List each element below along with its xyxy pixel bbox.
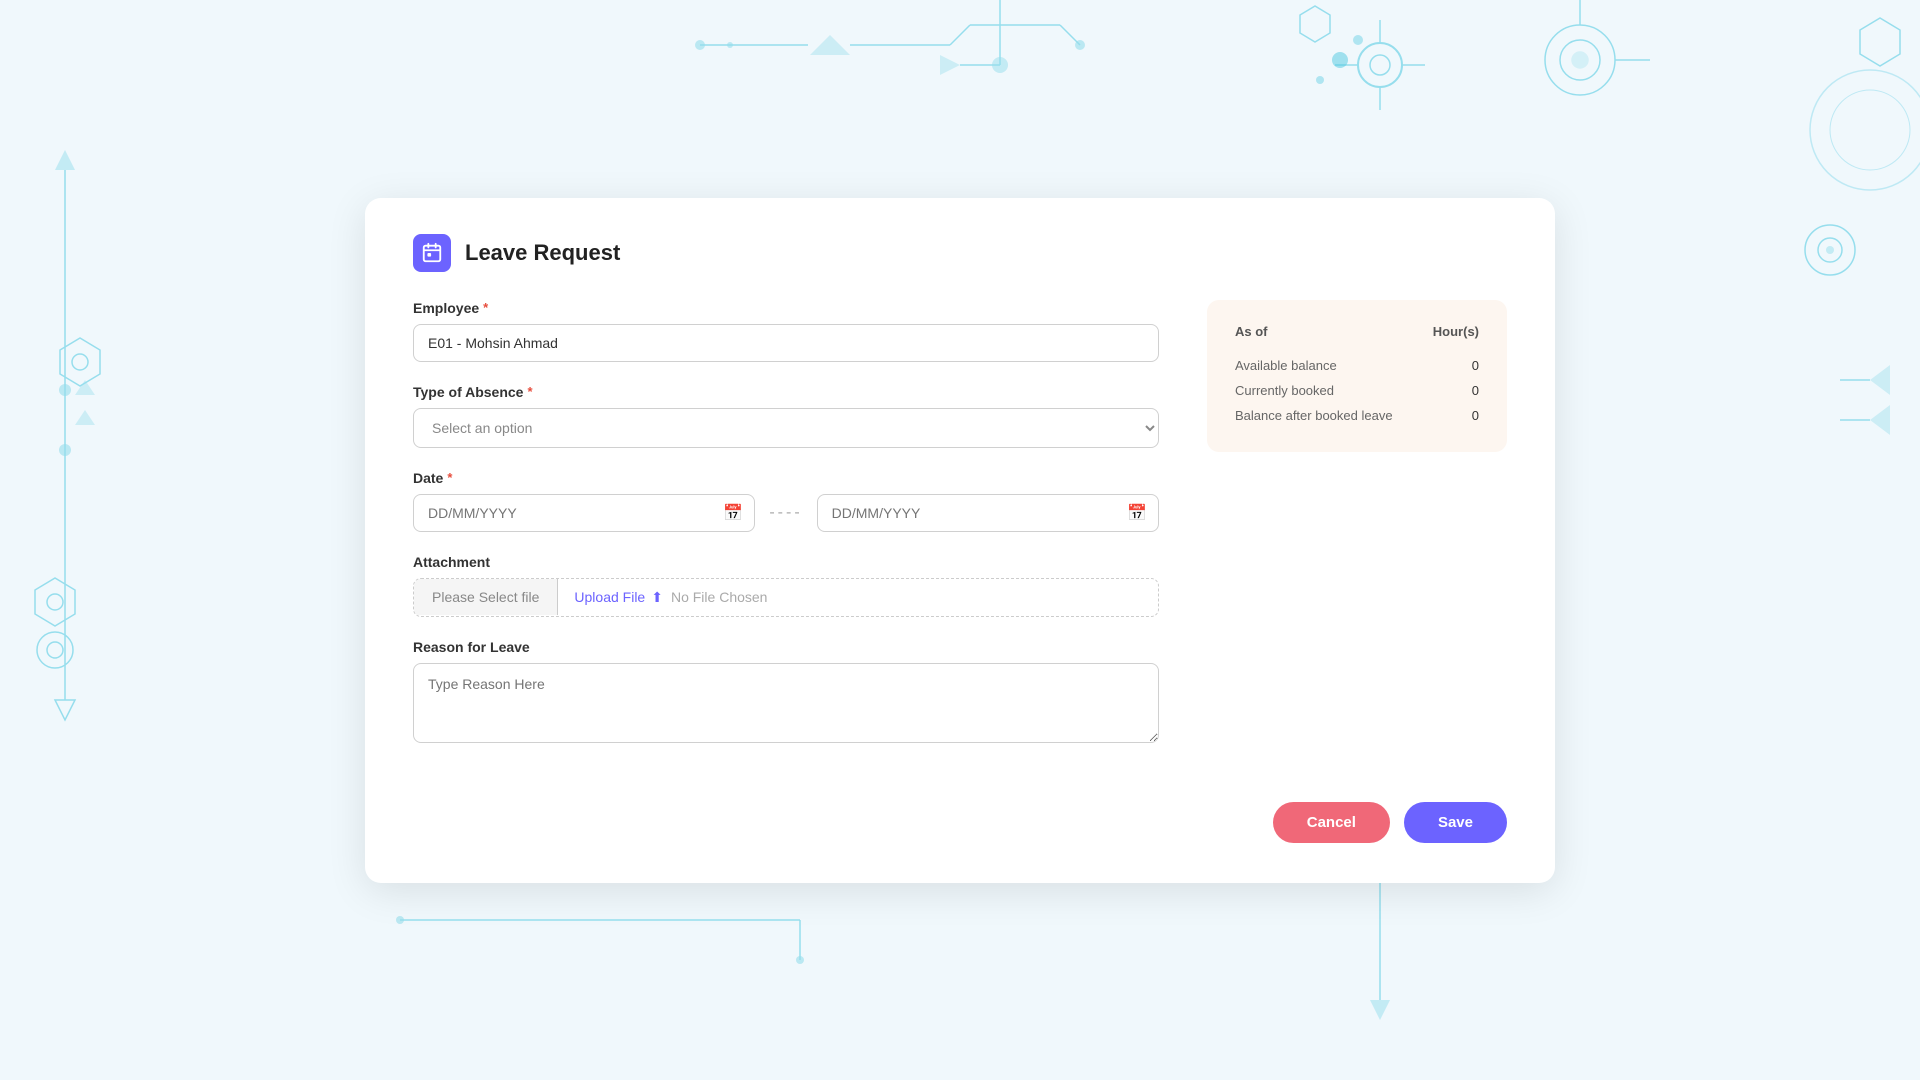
absence-field-group: Type of Absence * Select an option Annua… [413, 384, 1159, 448]
reason-label: Reason for Leave [413, 639, 1159, 655]
attachment-label: Attachment [413, 554, 1159, 570]
no-file-text: No File Chosen [671, 589, 768, 605]
date-required: * [447, 470, 452, 485]
employee-required: * [483, 300, 488, 315]
employee-field-group: Employee * [413, 300, 1159, 362]
save-button[interactable]: Save [1404, 802, 1507, 843]
modal-title: Leave Request [465, 240, 620, 266]
leave-icon [413, 234, 451, 272]
absence-label: Type of Absence * [413, 384, 1159, 400]
attachment-select-button[interactable]: Please Select file [414, 579, 558, 615]
balance-table: As of Hour(s) Available balance 0 Curren… [1235, 324, 1479, 428]
hours-label: Hour(s) [1433, 324, 1479, 339]
reason-textarea[interactable] [413, 663, 1159, 743]
absence-required: * [527, 384, 532, 399]
attachment-field-group: Attachment Please Select file Upload Fil… [413, 554, 1159, 617]
modal-wrapper: Leave Request Employee * Type of Absence [0, 0, 1920, 1080]
upload-file-label[interactable]: Upload File ⬆ [574, 589, 663, 606]
balance-row-after: Balance after booked leave 0 [1235, 403, 1479, 428]
form-left: Employee * Type of Absence * Select an o… [413, 300, 1159, 770]
date-from-input[interactable] [413, 494, 755, 532]
modal-header: Leave Request [413, 234, 1507, 272]
attachment-row: Please Select file Upload File ⬆ No File… [413, 578, 1159, 617]
date-separator: ---- [769, 504, 802, 522]
date-label: Date * [413, 470, 1159, 486]
reason-field-group: Reason for Leave [413, 639, 1159, 748]
date-to-wrap: 📅 [817, 494, 1159, 532]
cancel-button[interactable]: Cancel [1273, 802, 1390, 843]
employee-input[interactable] [413, 324, 1159, 362]
modal-footer: Cancel Save [413, 802, 1507, 843]
as-of-label: As of [1235, 324, 1268, 339]
form-body: Employee * Type of Absence * Select an o… [413, 300, 1507, 770]
balance-row-booked: Currently booked 0 [1235, 378, 1479, 403]
date-row: 📅 ---- 📅 [413, 494, 1159, 532]
attachment-upload-area: Upload File ⬆ No File Chosen [558, 579, 1158, 616]
upload-icon: ⬆ [651, 589, 663, 606]
leave-request-modal: Leave Request Employee * Type of Absence [365, 198, 1555, 883]
balance-header-row: As of Hour(s) [1235, 324, 1479, 339]
date-from-wrap: 📅 [413, 494, 755, 532]
date-to-input[interactable] [817, 494, 1159, 532]
balance-row-available: Available balance 0 [1235, 353, 1479, 378]
employee-label: Employee * [413, 300, 1159, 316]
balance-panel: As of Hour(s) Available balance 0 Curren… [1207, 300, 1507, 452]
absence-select[interactable]: Select an option Annual Leave Sick Leave… [413, 408, 1159, 448]
date-field-group: Date * 📅 ---- 📅 [413, 470, 1159, 532]
